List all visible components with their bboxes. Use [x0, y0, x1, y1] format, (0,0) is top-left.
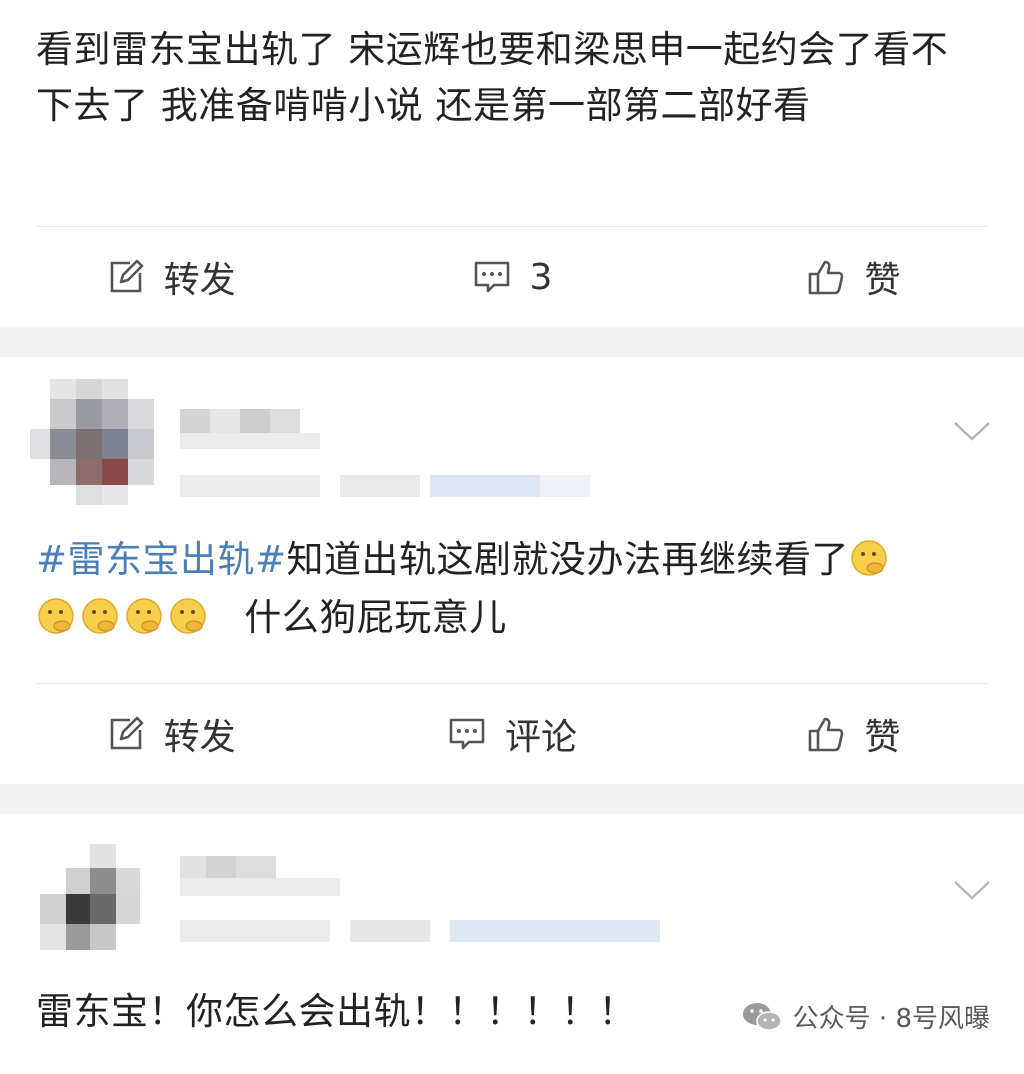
post-2: #雷东宝出轨#知道出轨这剧就没办法再继续看了 什么狗屁玩意儿 转发 评论 赞	[0, 357, 1024, 784]
thinking-face-icon	[36, 595, 76, 635]
like-button[interactable]: 赞	[683, 251, 1024, 303]
post-3-header	[0, 814, 1024, 984]
post-1: 看到雷东宝出轨了 宋运辉也要和梁思申一起约会了看不下去了 我准备啃啃小说 还是第…	[0, 0, 1024, 327]
avatar[interactable]	[30, 379, 160, 509]
like-label: 赞	[864, 260, 901, 301]
comment-label: 评论	[504, 717, 577, 758]
thumbs-up-icon	[806, 257, 846, 297]
username-blurred[interactable]	[180, 850, 680, 964]
post-2-content: #雷东宝出轨#知道出轨这剧就没办法再继续看了 什么狗屁玩意儿	[0, 525, 1024, 647]
post-2-text: 知道出轨这剧就没办法再继续看了	[286, 538, 850, 581]
section-gap	[0, 784, 1024, 814]
thinking-face-icon	[849, 537, 889, 577]
post-2-text-tail: 什么狗屁玩意儿	[244, 596, 507, 639]
section-gap	[0, 327, 1024, 357]
like-button[interactable]: 赞	[683, 708, 1024, 760]
repost-button[interactable]: 转发	[0, 251, 341, 303]
post-1-text: 看到雷东宝出轨了 宋运辉也要和梁思申一起约会了看不下去了 我准备啃啃小说 还是第…	[36, 28, 949, 127]
thinking-face-icon	[168, 595, 208, 635]
like-label: 赞	[864, 717, 901, 758]
thumbs-up-icon	[806, 714, 846, 754]
thinking-face-icon	[124, 595, 164, 635]
repost-label: 转发	[163, 260, 236, 301]
comment-button[interactable]: 评论	[341, 708, 682, 760]
chevron-down-icon[interactable]	[952, 878, 992, 902]
comment-bubble-icon	[472, 257, 512, 297]
post-3: 雷东宝！你怎么会出轨！！！！！！ 公众号 · 8号风曝	[0, 814, 1024, 1054]
comment-button[interactable]: 3	[341, 257, 682, 298]
hashtag-link[interactable]: #雷东宝出轨#	[36, 538, 287, 581]
comment-bubble-icon	[447, 714, 487, 754]
post-2-header	[0, 357, 1024, 525]
edit-square-icon	[106, 714, 146, 754]
thinking-face-icon	[80, 595, 120, 635]
watermark-text: 公众号 · 8号风曝	[792, 1004, 990, 1034]
wechat-icon	[741, 1000, 783, 1034]
watermark: 公众号 · 8号风曝	[741, 998, 990, 1035]
post-1-actions: 转发 3 赞	[0, 227, 1024, 327]
edit-square-icon	[106, 257, 146, 297]
chevron-down-icon[interactable]	[952, 419, 992, 443]
avatar[interactable]	[40, 844, 150, 964]
post-2-actions: 转发 评论 赞	[0, 684, 1024, 784]
repost-button[interactable]: 转发	[0, 708, 341, 760]
comment-count: 3	[529, 256, 553, 298]
username-blurred[interactable]	[180, 399, 600, 513]
repost-label: 转发	[163, 717, 236, 758]
